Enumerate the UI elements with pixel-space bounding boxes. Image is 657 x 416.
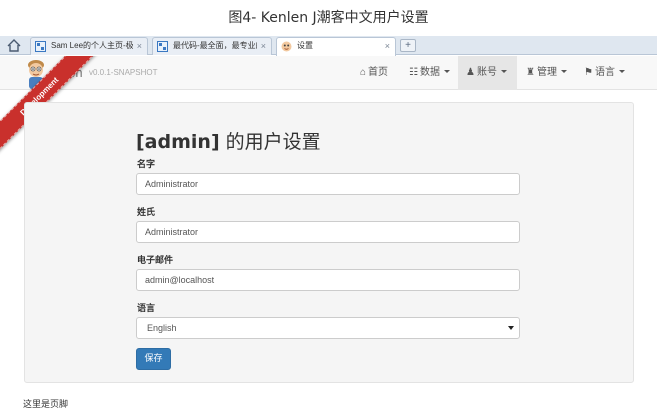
email-label: 电子邮件 bbox=[137, 255, 174, 265]
nav-item-data[interactable]: ☷ 数据 bbox=[401, 56, 458, 90]
nav-label: 账号 bbox=[476, 67, 497, 78]
tab-title: 设置 bbox=[297, 41, 313, 50]
page-title: [admin] 的用户设置 bbox=[136, 127, 321, 154]
nav-item-account[interactable]: ♟ 账号 bbox=[458, 56, 517, 90]
nav-item-language[interactable]: ⚑ 语言 bbox=[576, 56, 633, 90]
title-text: 的用户设置 bbox=[219, 131, 321, 153]
caret-down-icon bbox=[560, 70, 567, 73]
nav-label: 数据 bbox=[419, 67, 440, 78]
language-label: 语言 bbox=[137, 303, 156, 313]
nav-label: 管理 bbox=[536, 67, 557, 78]
language-selected-value: English bbox=[147, 323, 177, 333]
browser-tab-sam-lee[interactable]: Sam Lee的个人主页-极 × bbox=[30, 37, 148, 55]
home-icon[interactable] bbox=[6, 38, 22, 53]
email-input[interactable]: admin@localhost bbox=[136, 269, 520, 291]
close-icon[interactable]: × bbox=[137, 38, 142, 54]
language-select[interactable]: English bbox=[136, 317, 520, 339]
tab-title: 最代码-最全面，最专业的 bbox=[173, 41, 257, 50]
avatar-favicon-icon bbox=[281, 41, 292, 52]
dropdown-arrow-icon bbox=[508, 326, 514, 330]
browser-tab-settings[interactable]: 设置 × bbox=[276, 37, 396, 56]
nav-item-home[interactable]: ⌂ 首页 bbox=[352, 56, 396, 90]
caret-down-icon bbox=[500, 70, 507, 73]
nav-label: 语言 bbox=[594, 67, 615, 78]
avatar-logo-icon[interactable] bbox=[22, 57, 50, 89]
home-icon: ⌂ bbox=[360, 67, 367, 78]
tower-icon: ♜ bbox=[526, 67, 535, 78]
nav-label: 首页 bbox=[368, 67, 389, 78]
app-navbar: nlen v0.0.1-SNAPSHOT ⌂ 首页 ☷ 数据 ♟ 账号 ♜ 管理 ⚑ 语言 bbox=[0, 56, 657, 90]
browser-tab-zuidaima[interactable]: 最代码-最全面，最专业的 × bbox=[152, 37, 272, 55]
page-footer: 这里是页脚 bbox=[23, 400, 69, 410]
brand-name[interactable]: nlen bbox=[58, 65, 83, 80]
first-name-input[interactable]: Administrator bbox=[136, 173, 520, 195]
caret-down-icon bbox=[618, 70, 625, 73]
flag-icon: ⚑ bbox=[584, 67, 593, 78]
user-icon: ♟ bbox=[466, 67, 475, 78]
tab-title: Sam Lee的个人主页-极 bbox=[51, 41, 133, 50]
first-name-label: 名字 bbox=[137, 159, 156, 169]
new-tab-button[interactable]: + bbox=[400, 39, 416, 52]
close-icon[interactable]: × bbox=[385, 38, 390, 54]
code-favicon-icon bbox=[35, 41, 46, 52]
title-username: [admin] bbox=[136, 131, 220, 153]
caret-down-icon bbox=[443, 70, 450, 73]
list-icon: ☷ bbox=[409, 67, 418, 78]
browser-tab-bar: Sam Lee的个人主页-极 × 最代码-最全面，最专业的 × 设置 × + bbox=[0, 36, 657, 56]
nav-item-admin[interactable]: ♜ 管理 bbox=[518, 56, 575, 90]
close-icon[interactable]: × bbox=[261, 38, 266, 54]
brand-version: v0.0.1-SNAPSHOT bbox=[89, 68, 158, 77]
last-name-input[interactable]: Administrator bbox=[136, 221, 520, 243]
save-button[interactable]: 保存 bbox=[136, 348, 171, 370]
code-favicon-icon bbox=[157, 41, 168, 52]
last-name-label: 姓氏 bbox=[137, 207, 156, 217]
figure-caption: 图4- Kenlen J潮客中文用户设置 bbox=[228, 10, 429, 26]
